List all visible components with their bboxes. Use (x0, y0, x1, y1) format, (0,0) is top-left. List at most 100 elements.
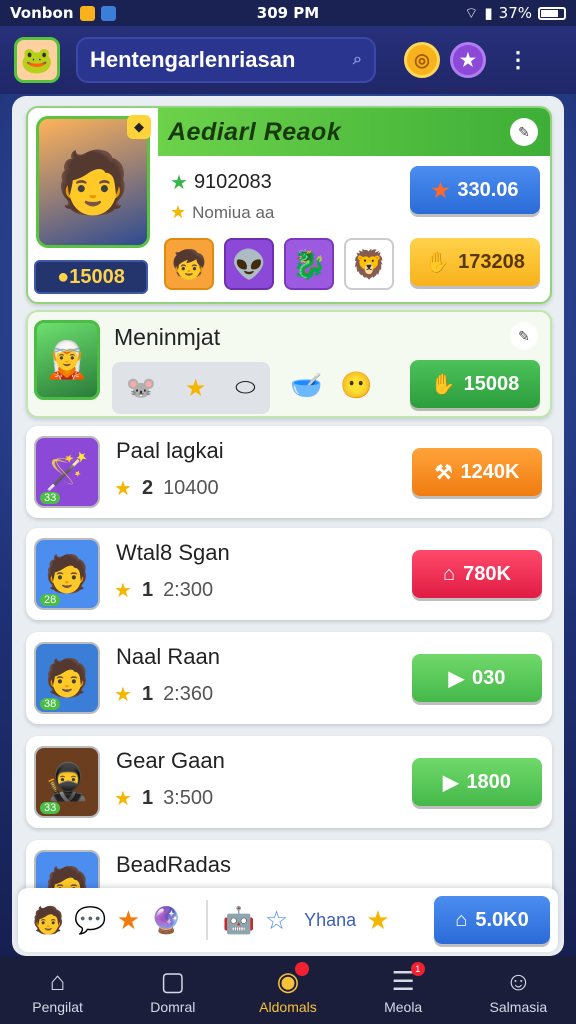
level-badge: 38 (40, 698, 61, 710)
face-icon[interactable]: 😶 (340, 370, 372, 401)
level-badge: 33 (40, 492, 61, 504)
home-icon: ⌂ (49, 965, 66, 996)
nav-label: Pengilat (32, 998, 83, 1015)
item-title: Wtal8 Sgan (116, 540, 230, 565)
second-card[interactable]: 🧝 Meninmjat ✎ 🐭 ★ ⬭ 🥣 😶 ✋ 15008 (26, 310, 552, 418)
mini-thumbnails: 🧒 👽 🐉 🦁 (164, 238, 394, 290)
notification-badge-icon (79, 5, 95, 21)
chat-icon[interactable]: 💬 (74, 905, 106, 936)
frog-avatar-icon[interactable]: 🐸 (14, 37, 60, 83)
house-icon: ⌂ (443, 562, 456, 585)
item-title: Naal Raan (116, 644, 220, 669)
dock-action-button[interactable]: ⌂ 5.0K0 (434, 896, 550, 944)
bowl-icon[interactable]: 🥣 (290, 370, 322, 401)
search-text: Hentengarlenriasan (90, 47, 296, 72)
main-panel: Aediarl Reaok ✎ 🧑 ◆ ● 15008 ★ 9102083 ★ … (12, 96, 564, 956)
avatar-icon[interactable]: 🧑 (32, 905, 64, 936)
wrench-icon[interactable]: ✎ (510, 118, 538, 146)
item-rating: ★ 1 3:500 (114, 786, 213, 811)
search-icon: ⌕ (353, 51, 362, 68)
nav-item-profile[interactable]: ☺ Salmasia (468, 966, 568, 1015)
item-thumbnail[interactable]: 🥷 33 (34, 746, 100, 818)
star-outline-icon[interactable]: ☆ (265, 905, 288, 936)
more-vertical-icon[interactable]: ⋮ (500, 42, 536, 78)
featured-card[interactable]: Aediarl Reaok ✎ 🧑 ◆ ● 15008 ★ 9102083 ★ … (26, 106, 552, 304)
alien-icon[interactable]: 👽 (224, 238, 274, 290)
star-icon: ★ (114, 684, 132, 706)
primary-action-button[interactable]: ★ 330.06 (410, 166, 540, 214)
primary-action-label: 330.06 (457, 178, 519, 201)
extra-icons: 🥣 😶 (290, 370, 373, 401)
item-count: 10400 (163, 477, 219, 499)
play-icon: ▶ (448, 667, 464, 690)
list-item[interactable]: 🧑 38 Naal Raan ★ 1 2:360 ▶ 030 (26, 632, 552, 724)
item-count: 3:500 (163, 787, 214, 809)
nav-item-stack[interactable]: ☰ 1 Meola (353, 961, 453, 1015)
item-action-button[interactable]: ▶ 030 (412, 654, 542, 702)
hammer-icon: ⚒ (434, 461, 453, 484)
circle-icon: ◉ (277, 961, 310, 997)
lion-icon[interactable]: 🦁 (344, 238, 394, 290)
item-action-button[interactable]: ⌂ 780K (412, 550, 542, 598)
search-bar[interactable]: Hentengarlenriasan ⌕ (76, 37, 376, 83)
second-action-button[interactable]: ✋ 15008 (410, 360, 540, 408)
hand-icon: ✋ (425, 251, 451, 274)
star-icon[interactable]: ★ (450, 42, 486, 78)
nav-item-square[interactable]: ▢ Domral (123, 966, 223, 1015)
dragon-icon[interactable]: 🐉 (284, 238, 334, 290)
item-action-button[interactable]: ▶ 1800 (412, 758, 542, 806)
item-title: Paal lagkai (116, 438, 224, 463)
dock-action-label: 5.0K0 (475, 908, 529, 931)
clock: 309 PM (256, 4, 320, 22)
tool-tray: 🐭 ★ ⬭ (112, 362, 270, 414)
boy-icon[interactable]: 🧒 (164, 238, 214, 290)
rating-value: 1 (141, 579, 154, 601)
star-icon[interactable]: ★ (185, 374, 207, 403)
subtitle-line: ★ Nomiua aa (170, 202, 274, 223)
sparkle-star-icon[interactable]: ★ (366, 905, 389, 936)
second-action-label: 15008 (463, 372, 520, 395)
item-action-label: 1800 (466, 770, 511, 793)
nav-item-home[interactable]: ⌂ Pengilat (8, 966, 108, 1015)
star-icon: ★ (170, 172, 188, 194)
rating-value: 1 (141, 683, 154, 705)
ball-icon[interactable]: 🔮 (150, 905, 182, 936)
bottom-dock: 🧑 💬 ★ 🔮 🤖 ☆ Yhana ★ ⌂ 5.0K0 (18, 888, 558, 952)
signal-icon: ▮ (484, 4, 493, 22)
item-action-label: 030 (472, 666, 506, 689)
item-action-label: 780K (463, 562, 511, 585)
elf-portrait[interactable]: 🧝 (34, 320, 100, 400)
wrench-icon[interactable]: ✎ (510, 322, 538, 350)
level-badge: 28 (40, 594, 61, 606)
nav-item-circle[interactable]: ◉ Aldomals (238, 961, 338, 1015)
list-item[interactable]: 🧑 28 Wtal8 Sgan ★ 1 2:300 ⌂ 780K (26, 528, 552, 620)
item-title: BeadRadas (116, 852, 231, 877)
item-count: 2:360 (163, 683, 214, 705)
item-title: Gear Gaan (116, 748, 225, 773)
secondary-action-button[interactable]: ✋ 173208 (410, 238, 540, 286)
list-item[interactable]: 🪄 33 Paal lagkai ★ 2 10400 ⚒ 1240K (26, 426, 552, 518)
coin-icon[interactable]: ◎ (404, 42, 440, 78)
star-icon: ★ (114, 788, 132, 810)
featured-banner: Aediarl Reaok ✎ (158, 108, 550, 156)
stack-icon: ☰ 1 (392, 961, 425, 997)
mouse-icon[interactable]: 🐭 (126, 374, 156, 403)
battery-icon (538, 6, 566, 20)
nav-label: Meola (384, 998, 423, 1015)
dock-divider (206, 900, 209, 940)
list-item[interactable]: 🥷 33 Gear Gaan ★ 1 3:500 ▶ 1800 (26, 736, 552, 828)
price-tag: ● 15008 (34, 260, 148, 294)
pill-icon[interactable]: ⬭ (235, 374, 256, 402)
item-rating: ★ 2 10400 (114, 476, 219, 501)
item-thumbnail[interactable]: 🧑 28 (34, 538, 100, 610)
house-icon: ⌂ (455, 908, 468, 931)
item-thumbnail[interactable]: 🧑 38 (34, 642, 100, 714)
rating-value: 1 (141, 787, 154, 809)
item-action-button[interactable]: ⚒ 1240K (412, 448, 542, 496)
coin-small-icon: ● (57, 265, 70, 288)
robot-icon[interactable]: 🤖 (222, 905, 254, 936)
notification-dot: 1 (410, 961, 425, 976)
star-icon[interactable]: ★ (117, 905, 140, 936)
hero-portrait[interactable]: 🧑 ◆ (36, 115, 151, 248)
item-thumbnail[interactable]: 🪄 33 (34, 436, 100, 508)
